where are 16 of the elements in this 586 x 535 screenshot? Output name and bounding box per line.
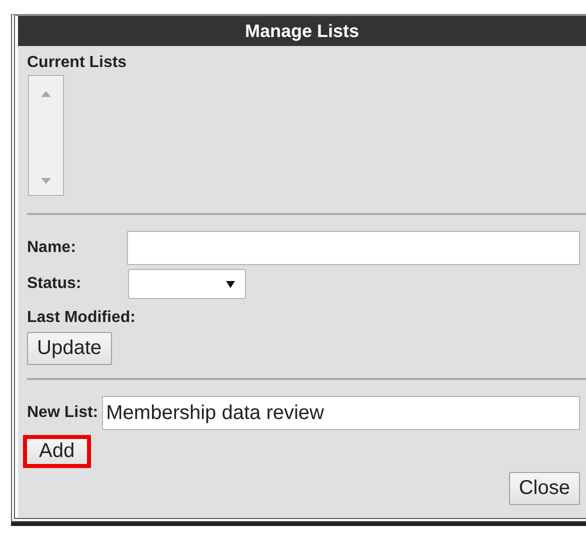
add-button[interactable]: Add <box>23 435 91 468</box>
new-list-field[interactable]: Membership data review <box>102 396 580 430</box>
last-modified-label: Last Modified: <box>27 309 136 327</box>
close-button[interactable]: Close <box>508 472 580 505</box>
current-lists-label: Current Lists <box>27 54 128 72</box>
update-button[interactable]: Update <box>27 332 112 365</box>
name-field[interactable] <box>127 231 580 265</box>
status-label: Status: <box>27 275 82 293</box>
scroll-up-icon[interactable] <box>40 90 52 98</box>
new-list-label: New List: <box>27 404 98 422</box>
scroll-down-icon[interactable] <box>40 177 52 185</box>
status-dropdown[interactable] <box>128 269 246 299</box>
window-title: Manage Lists <box>244 20 360 42</box>
lists-listbox[interactable] <box>28 75 64 196</box>
dropdown-arrow-icon <box>226 280 235 288</box>
name-label: Name: <box>27 239 77 257</box>
